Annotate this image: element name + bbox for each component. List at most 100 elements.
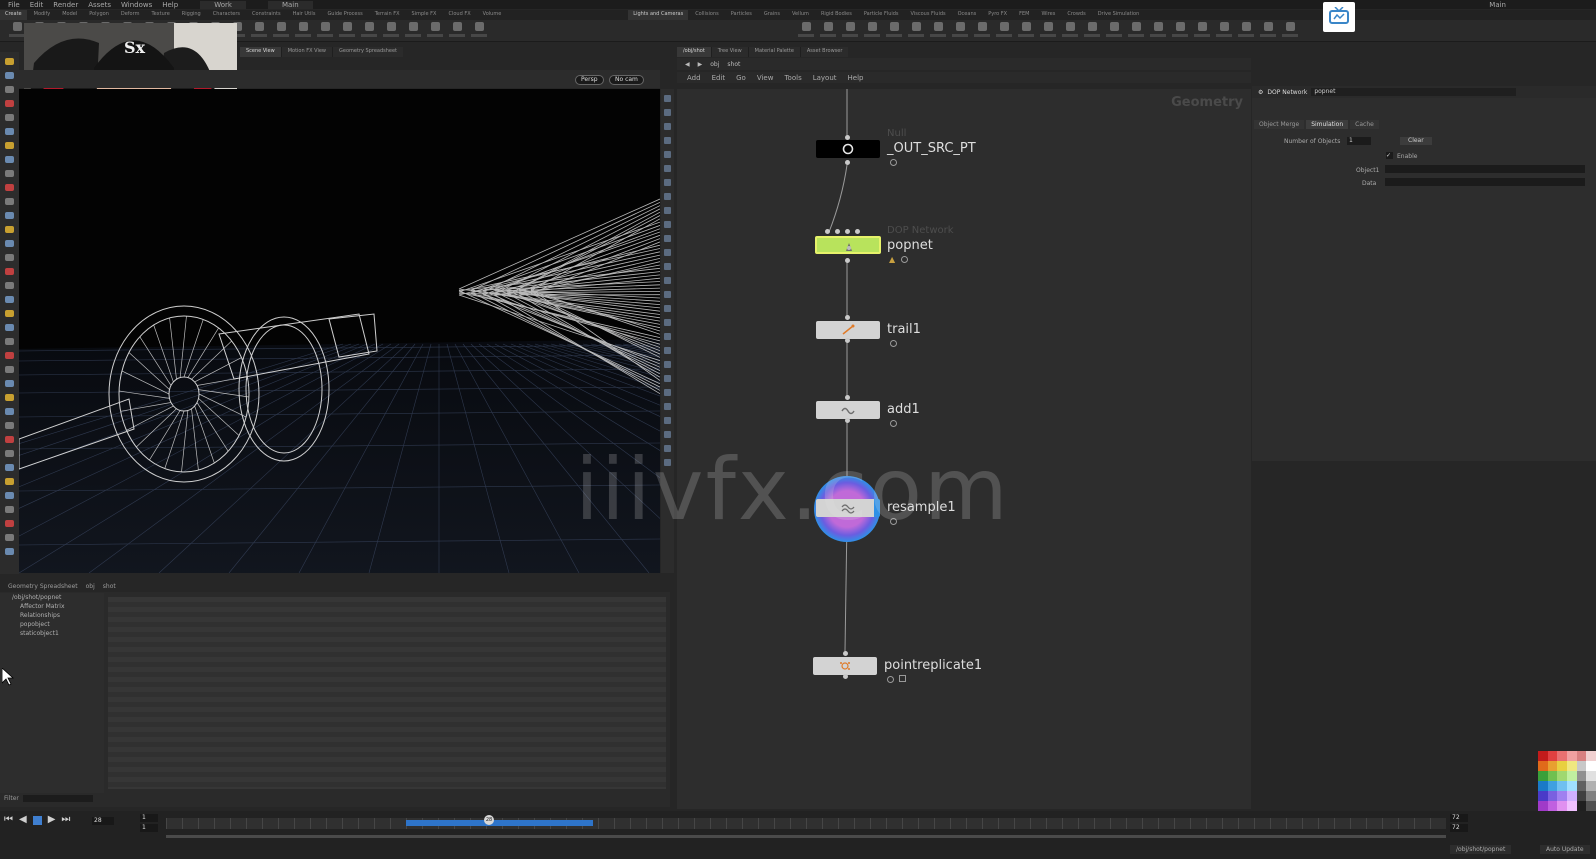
color-swatch[interactable] — [1557, 751, 1567, 761]
color-swatch[interactable] — [1576, 781, 1587, 791]
shelf-tab-constraints[interactable]: Constraints — [247, 10, 286, 20]
shelf-tab-particles[interactable]: Particles — [726, 10, 757, 20]
node-add1[interactable] — [816, 401, 880, 419]
shelf-tool-button[interactable] — [1059, 22, 1081, 40]
shelf-tool-button[interactable] — [861, 22, 883, 40]
menu-edit[interactable]: Edit — [30, 1, 44, 9]
node-input-dot[interactable] — [855, 229, 860, 234]
shelf-tool-button[interactable] — [468, 22, 490, 40]
viewport-tool-icon[interactable] — [5, 268, 14, 275]
shelf-tool-button[interactable] — [1169, 22, 1191, 40]
color-swatch[interactable] — [1538, 761, 1548, 771]
viewport-tool-icon[interactable] — [5, 100, 14, 107]
display-option-icon[interactable] — [664, 389, 671, 396]
node-input-dot[interactable] — [845, 229, 850, 234]
shelf-tool-button[interactable] — [1257, 22, 1279, 40]
frame-marker[interactable]: 28 — [484, 815, 494, 825]
node-output-dot[interactable] — [843, 674, 848, 679]
color-swatch[interactable] — [1538, 781, 1548, 791]
menu-file[interactable]: File — [8, 1, 20, 9]
display-option-icon[interactable] — [664, 207, 671, 214]
display-option-icon[interactable] — [664, 375, 671, 382]
viewport-tool-icon[interactable] — [5, 548, 14, 555]
shelf-tool-button[interactable] — [817, 22, 839, 40]
shelf-tab-crowds[interactable]: Crowds — [1062, 10, 1090, 20]
display-option-icon[interactable] — [664, 221, 671, 228]
shelf-tab-volume[interactable]: Volume — [478, 10, 507, 20]
color-swatch[interactable] — [1586, 801, 1596, 811]
tree-item[interactable]: /obj/shot/popnet — [0, 593, 104, 602]
node-output-dot[interactable] — [845, 418, 850, 423]
tab-motion-fx-view[interactable]: Motion FX View — [281, 47, 332, 57]
warning-icon[interactable]: ▲ — [889, 255, 895, 264]
shelf-tab-characters[interactable]: Characters — [208, 10, 245, 20]
color-swatch[interactable] — [1567, 781, 1577, 791]
lock-icon[interactable] — [899, 675, 906, 682]
display-option-icon[interactable] — [664, 109, 671, 116]
shelf-tab-grains[interactable]: Grains — [759, 10, 785, 20]
viewport-tool-icon[interactable] — [5, 338, 14, 345]
node-out-src-pt[interactable] — [816, 140, 880, 158]
display-option-icon[interactable] — [664, 403, 671, 410]
node-input-dot[interactable] — [835, 229, 840, 234]
tab-simulation[interactable]: Simulation — [1306, 120, 1349, 129]
menu-windows[interactable]: Windows — [121, 1, 152, 9]
viewport-tool-icon[interactable] — [5, 520, 14, 527]
node-name-field[interactable]: popnet — [1311, 88, 1517, 96]
shelf-tab-terrain-fx[interactable]: Terrain FX — [370, 10, 405, 20]
color-swatch[interactable] — [1576, 791, 1587, 801]
shelf-tool-button[interactable] — [1015, 22, 1037, 40]
color-swatch[interactable] — [1547, 761, 1558, 771]
viewport-tool-icon[interactable] — [5, 492, 14, 499]
viewport-tool-icon[interactable] — [5, 156, 14, 163]
node-input-dot[interactable] — [845, 135, 850, 140]
network-path-root[interactable]: obj — [710, 61, 719, 68]
spreadsheet-path-root[interactable]: obj — [86, 583, 95, 590]
viewport-tool-icon[interactable] — [5, 282, 14, 289]
net-menu-go[interactable]: Go — [736, 74, 746, 82]
viewport-tool-icon[interactable] — [5, 58, 14, 65]
frame-range-bar[interactable] — [166, 835, 1446, 838]
viewport-tool-icon[interactable] — [5, 254, 14, 261]
node-flag-icon[interactable] — [887, 676, 894, 683]
display-option-icon[interactable] — [664, 333, 671, 340]
menu-assets[interactable]: Assets — [88, 1, 111, 9]
viewport-tool-icon[interactable] — [5, 352, 14, 359]
color-swatch[interactable] — [1576, 801, 1587, 811]
shelf-tab-fem[interactable]: FEM — [1014, 10, 1034, 20]
viewport-tool-icon[interactable] — [5, 142, 14, 149]
display-option-icon[interactable] — [664, 151, 671, 158]
auto-update-toggle[interactable]: Auto Update — [1540, 845, 1590, 854]
net-menu-view[interactable]: View — [757, 74, 774, 82]
shelf-tool-button[interactable] — [380, 22, 402, 40]
node-input-dot[interactable] — [845, 395, 850, 400]
viewport-tool-icon[interactable] — [5, 436, 14, 443]
enable-checkbox[interactable]: ✓ — [1386, 152, 1393, 159]
color-swatch[interactable] — [1547, 751, 1558, 761]
node-input-dot[interactable] — [845, 315, 850, 320]
tab-object-merge[interactable]: Object Merge — [1254, 120, 1305, 129]
net-menu-add[interactable]: Add — [687, 74, 701, 82]
viewport-tool-icon[interactable] — [5, 464, 14, 471]
shelf-tool-button[interactable] — [949, 22, 971, 40]
end-frame-field-2[interactable]: 72 — [1450, 824, 1468, 832]
shelf-tab-particle-fluids[interactable]: Particle Fluids — [859, 10, 904, 20]
color-swatch[interactable] — [1567, 801, 1577, 811]
num-objects-field[interactable]: 1 — [1347, 137, 1371, 145]
display-option-icon[interactable] — [664, 319, 671, 326]
display-option-icon[interactable] — [664, 347, 671, 354]
tab-material-palette[interactable]: Material Palette — [748, 47, 800, 57]
node-output-dot[interactable] — [845, 258, 850, 263]
back-arrow-icon[interactable]: ◀ — [685, 61, 690, 68]
gear-icon[interactable]: ⚙ — [1258, 89, 1263, 96]
current-frame-field[interactable]: 28 — [92, 817, 114, 825]
data-field[interactable] — [1385, 178, 1585, 186]
color-swatch[interactable] — [1547, 771, 1558, 781]
shelf-tool-button[interactable] — [1037, 22, 1059, 40]
color-swatch[interactable] — [1538, 791, 1548, 801]
color-swatch[interactable] — [1567, 761, 1577, 771]
shelf-tool-button[interactable] — [993, 22, 1015, 40]
display-option-icon[interactable] — [664, 431, 671, 438]
shelf-tool-button[interactable] — [270, 22, 292, 40]
display-option-icon[interactable] — [664, 95, 671, 102]
